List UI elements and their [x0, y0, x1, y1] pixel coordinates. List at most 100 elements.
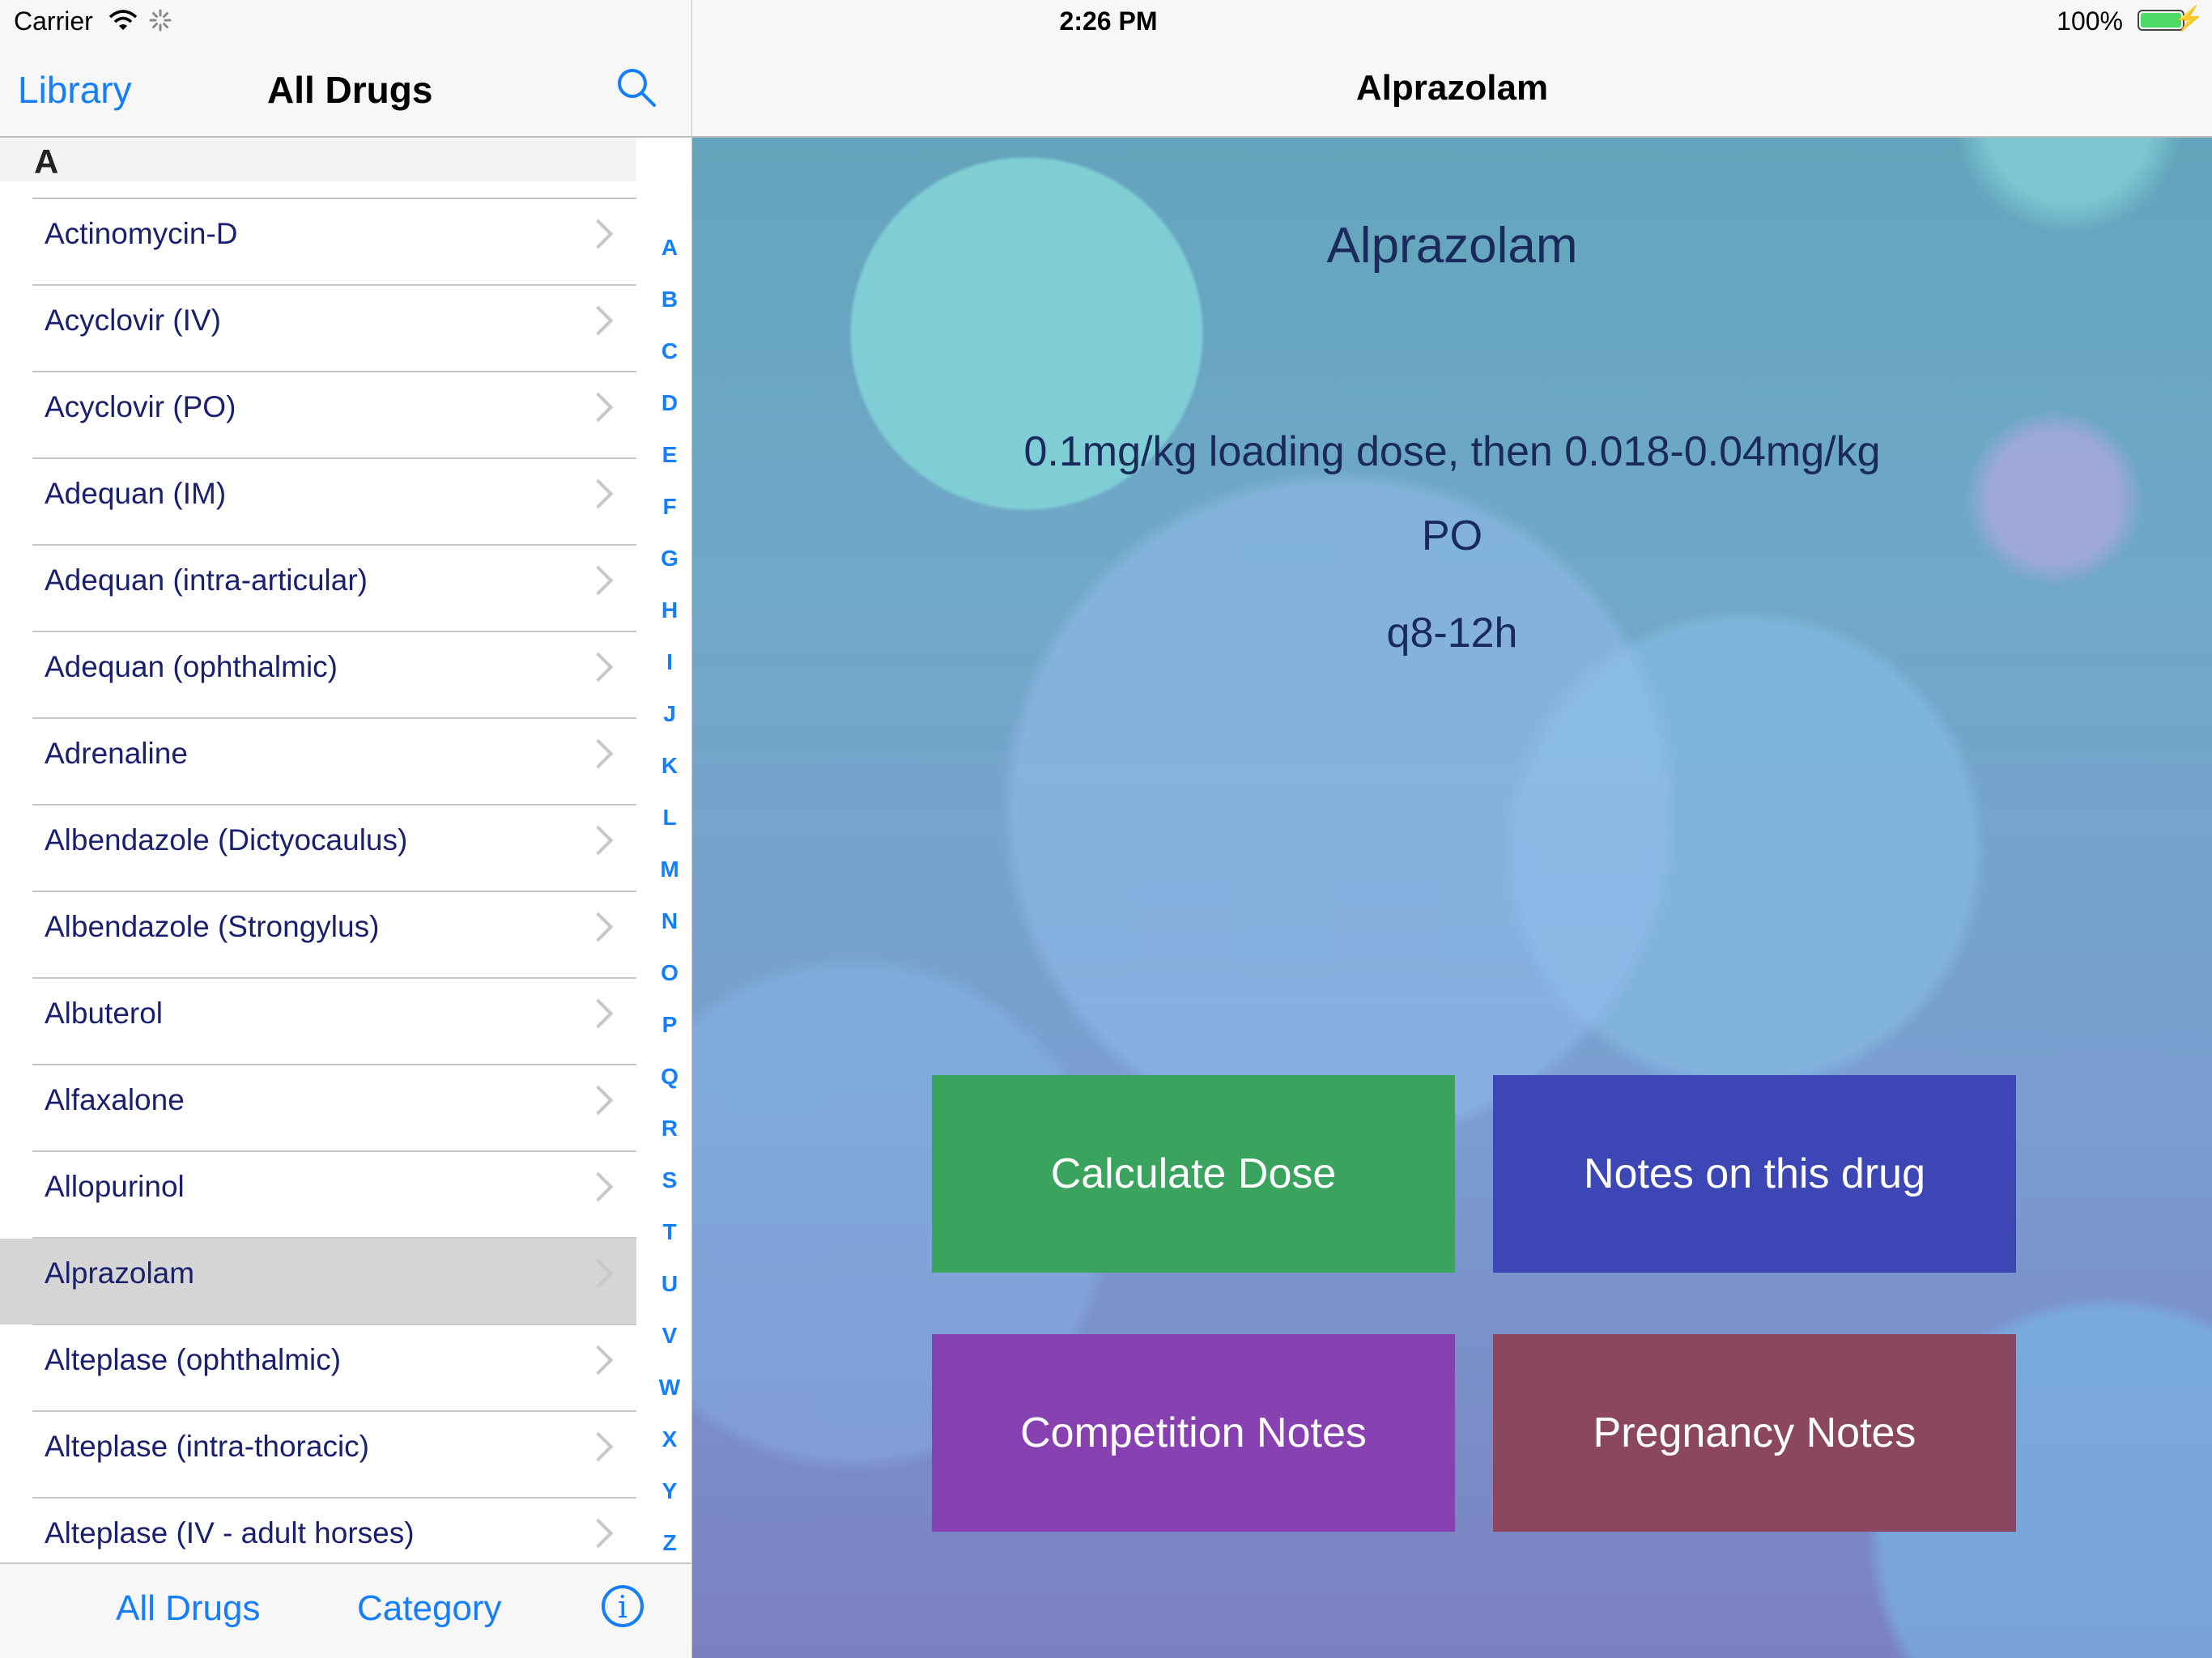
tab-all-drugs[interactable]: All Drugs [116, 1588, 261, 1629]
drug-name-heading: Alprazolam [1326, 218, 1578, 274]
row-separator [32, 977, 636, 979]
row-separator [32, 371, 636, 372]
dose-text: 0.1mg/kg loading dose, then 0.018-0.04mg… [1023, 428, 1881, 475]
row-separator [32, 717, 636, 719]
chevron-right-icon [583, 305, 614, 336]
chevron-right-icon [583, 738, 614, 769]
drug-list-item-label: Adequan (ophthalmic) [45, 650, 338, 683]
drug-list-item-label: Adequan (IM) [45, 477, 227, 510]
index-letter[interactable]: B [648, 287, 691, 338]
chevron-right-icon [583, 392, 614, 423]
row-separator [32, 198, 636, 199]
status-bar: Carrier 2:26 PM 100% ⚡ [0, 0, 2212, 44]
detail-title: Alprazolam [1355, 68, 1549, 108]
index-letter[interactable]: G [648, 546, 691, 597]
drug-list-item-label: Alfaxalone [45, 1083, 185, 1116]
drug-list-item[interactable]: Alteplase (IV - adult horses) [0, 1481, 636, 1567]
drug-list-item-label: Adrenaline [45, 737, 188, 770]
row-separator [32, 1237, 636, 1239]
index-letter[interactable]: C [648, 338, 691, 390]
index-letter[interactable]: S [648, 1167, 691, 1219]
drug-list-item[interactable]: Allopurinol [0, 1134, 636, 1220]
search-icon[interactable] [614, 65, 659, 110]
drug-list-item[interactable]: Albuterol [0, 961, 636, 1047]
index-letter[interactable]: K [648, 753, 691, 805]
drug-list-item[interactable]: Acyclovir (PO) [0, 355, 636, 440]
index-letter[interactable]: W [648, 1375, 691, 1426]
drug-list-item[interactable]: Albendazole (Strongylus) [0, 874, 636, 960]
drug-list-item[interactable]: Alteplase (intra-thoracic) [0, 1394, 636, 1480]
row-separator [32, 1064, 636, 1065]
row-separator [32, 891, 636, 892]
section-header-label: A [34, 142, 59, 181]
index-letter[interactable]: L [648, 805, 691, 857]
index-letter[interactable]: H [648, 597, 691, 649]
chevron-right-icon [583, 219, 614, 249]
drug-list-item[interactable]: Acyclovir (IV) [0, 268, 636, 354]
drug-list-item[interactable]: Alprazolam [0, 1221, 636, 1324]
row-separator [32, 1497, 636, 1499]
row-separator [32, 631, 636, 632]
drug-list-item-label: Adequan (intra-articular) [45, 563, 368, 597]
chevron-right-icon [583, 1431, 614, 1462]
chevron-right-icon [583, 1085, 614, 1116]
drug-list-item-label: Alteplase (IV - adult horses) [45, 1516, 415, 1550]
competition-notes-button[interactable]: Competition Notes [932, 1334, 1455, 1532]
index-letter[interactable]: J [648, 701, 691, 753]
calculate-dose-button[interactable]: Calculate Dose [932, 1075, 1455, 1273]
drug-list-item-label: Alteplase (intra-thoracic) [45, 1430, 369, 1463]
drug-list-pane: Library All Drugs A Actinomycin-D Acyclov… [0, 0, 693, 1658]
index-letter[interactable]: O [648, 960, 691, 1012]
index-letter[interactable]: Y [648, 1478, 691, 1530]
index-letter[interactable]: P [648, 1012, 691, 1064]
index-letter[interactable]: A [648, 235, 691, 287]
drug-list-item[interactable]: Adequan (intra-articular) [0, 528, 636, 614]
index-letter[interactable]: T [648, 1219, 691, 1271]
index-letter[interactable]: U [648, 1271, 691, 1323]
chevron-right-icon [583, 1171, 614, 1202]
index-letter[interactable]: R [648, 1116, 691, 1167]
alphabet-index[interactable]: ABCDEFGHIJKLMNOPQRSTUVWXYZ [648, 235, 691, 1582]
index-letter[interactable]: I [648, 649, 691, 701]
chevron-right-icon [583, 1345, 614, 1375]
drug-notes-button[interactable]: Notes on this drug [1493, 1075, 2016, 1273]
row-separator [32, 284, 636, 286]
chevron-right-icon [583, 998, 614, 1029]
row-separator [32, 804, 636, 806]
index-letter[interactable]: M [648, 857, 691, 908]
chevron-right-icon [583, 652, 614, 682]
drug-detail-pane: Alprazolam Alprazolam 0.1mg/kg loading d… [692, 0, 2212, 1658]
index-letter[interactable]: E [648, 442, 691, 494]
library-back-button[interactable]: Library [18, 68, 132, 112]
info-icon[interactable]: i [602, 1585, 644, 1627]
drug-list-item[interactable]: Adrenaline [0, 701, 636, 787]
drug-list-item-label: Albendazole (Strongylus) [45, 910, 380, 943]
index-letter[interactable]: D [648, 390, 691, 442]
drug-list-item[interactable]: Alfaxalone [0, 1048, 636, 1133]
chevron-right-icon [583, 478, 614, 509]
drug-list-item[interactable]: Adequan (IM) [0, 441, 636, 527]
drug-list-item-label: Alprazolam [45, 1256, 195, 1290]
chevron-right-icon [583, 912, 614, 942]
index-letter[interactable]: F [648, 494, 691, 546]
chevron-right-icon [583, 565, 614, 596]
drug-list-item-label: Acyclovir (IV) [45, 304, 221, 337]
tab-category[interactable]: Category [357, 1588, 502, 1629]
chevron-right-icon [583, 1518, 614, 1549]
row-separator [32, 1410, 636, 1412]
drug-list-item[interactable]: Actinomycin-D [0, 181, 636, 267]
row-separator [32, 1324, 636, 1325]
drug-list-item[interactable]: Alteplase (ophthalmic) [0, 1307, 636, 1393]
index-letter[interactable]: N [648, 908, 691, 960]
index-letter[interactable]: X [648, 1426, 691, 1478]
battery-percentage: 100% [2057, 6, 2123, 36]
pregnancy-notes-button[interactable]: Pregnancy Notes [1493, 1334, 2016, 1532]
index-letter[interactable]: V [648, 1323, 691, 1375]
drug-list-item-label: Acyclovir (PO) [45, 390, 236, 423]
index-letter[interactable]: Q [648, 1064, 691, 1116]
drug-list-item[interactable]: Adequan (ophthalmic) [0, 614, 636, 700]
row-separator [32, 457, 636, 459]
charging-icon: ⚡ [2173, 6, 2204, 32]
drug-list-item-label: Allopurinol [45, 1170, 185, 1203]
drug-list-item[interactable]: Albendazole (Dictyocaulus) [0, 788, 636, 874]
